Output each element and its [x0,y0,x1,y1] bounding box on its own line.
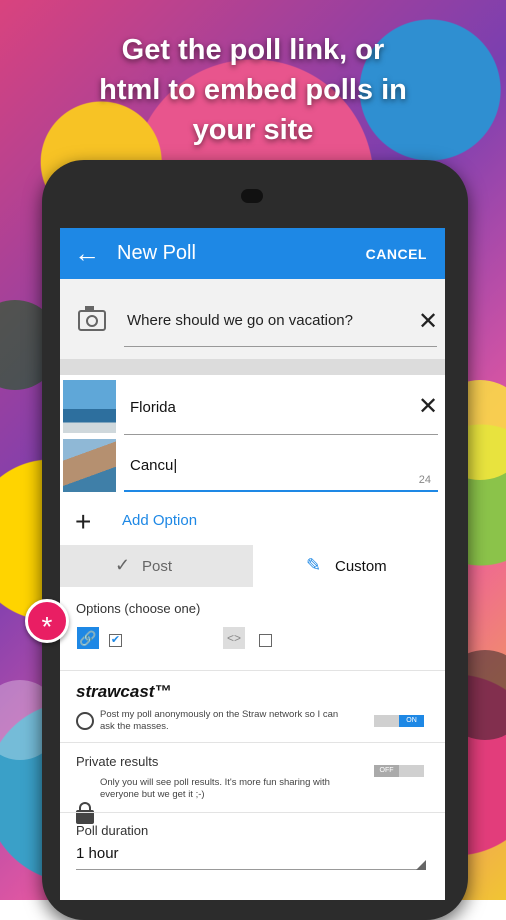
check-icon: ✓ [115,555,131,575]
option-input-1[interactable]: Florida [130,399,176,416]
options-label: Options (choose one) [76,601,201,616]
tab-bar: ✓ Post ✎ Custom [60,545,445,587]
dropdown-triangle-icon[interactable] [416,860,426,870]
divider [60,359,445,375]
broadcast-icon [76,712,94,730]
poll-duration-select[interactable]: 1 hour [76,845,119,862]
tab-post[interactable]: ✓ Post [60,545,252,587]
back-arrow-icon[interactable]: ← [74,240,100,266]
plus-icon: + [75,506,92,537]
poll-duration-label: Poll duration [76,823,149,838]
page-title: New Poll [117,242,196,264]
app-screen: ← New Poll CANCEL Where should we go on … [60,228,445,900]
clear-question-icon[interactable]: ✕ [418,310,438,334]
question-input[interactable]: Where should we go on vacation? [127,312,353,329]
question-row: Where should we go on vacation? ✕ [60,279,445,359]
app-bar: ← New Poll CANCEL [60,228,445,279]
private-toggle[interactable]: OFF [374,765,424,777]
add-option-button[interactable]: + Add Option [60,501,445,545]
anon-description: Post my poll anonymously on the Straw ne… [100,709,339,732]
option-underline-active [124,490,438,492]
options-list: Florida ✕ Cancu| 24 + Add Option [60,375,445,545]
tab-post-label: Post [142,558,173,575]
duration-underline [76,869,426,870]
link-checkbox[interactable]: ✔ [109,634,122,647]
promo-headline: Get the poll link, or html to embed poll… [99,34,407,146]
divider [60,812,445,813]
anon-toggle[interactable]: ON [374,715,424,727]
custom-panel: Options (choose one) 🔗 ✔ <> strawcast™ P… [60,587,445,900]
add-option-label: Add Option [122,512,198,529]
option-input-2[interactable]: Cancu| [130,457,177,474]
option-image-florida[interactable] [63,380,116,433]
tab-custom[interactable]: ✎ Custom [253,545,445,587]
char-counter: 24 [418,474,431,486]
option-image-cancun[interactable] [63,439,116,492]
strawpoll-fab[interactable]: * [25,599,69,643]
private-results-label: Private results [76,754,159,769]
divider [60,742,445,743]
pencil-icon: ✎ [306,555,322,575]
divider [60,670,445,671]
clear-option-icon[interactable]: ✕ [418,395,438,419]
cancel-button[interactable]: CANCEL [366,246,427,262]
strawcast-logo: strawcast™ [76,682,172,701]
link-icon[interactable]: 🔗 [77,627,99,649]
tab-custom-label: Custom [335,558,387,575]
camera-icon[interactable] [78,306,106,331]
option-underline [124,434,438,435]
question-underline [124,346,437,347]
embed-checkbox[interactable] [259,634,272,647]
phone-speaker [241,189,263,203]
private-description: Only you will see poll results. It's mor… [100,777,330,800]
embed-code-icon[interactable]: <> [223,627,245,649]
